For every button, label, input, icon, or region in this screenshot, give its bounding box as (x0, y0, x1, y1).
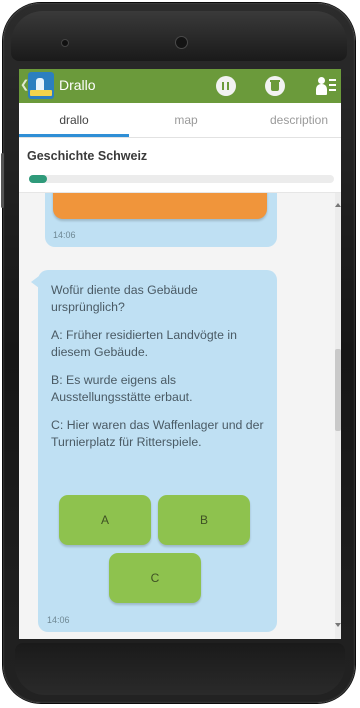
active-tab-indicator (19, 134, 129, 137)
tab-map[interactable]: map (131, 103, 241, 137)
answer-c-button[interactable]: C (109, 553, 201, 603)
phone-sensor (61, 39, 69, 47)
phone-bottom-bezel (15, 643, 345, 695)
message-time: 14:06 (47, 615, 70, 625)
option-a-text: A: Früher residierten Landvögte in diese… (51, 328, 237, 359)
pause-icon[interactable] (216, 76, 236, 96)
answer-b-button[interactable]: B (158, 495, 250, 545)
chat-area[interactable]: 14:06 Wofür diente das Gebäude ursprüngl… (19, 193, 341, 639)
scrollbar-thumb[interactable] (335, 349, 341, 431)
profile-menu-icon[interactable] (315, 76, 337, 96)
drallo-logo-icon[interactable] (28, 72, 54, 99)
app-title: Drallo (59, 77, 96, 93)
phone-side-button (1, 153, 4, 208)
question-text: Wofür diente das Gebäude ursprünglich? (51, 283, 198, 314)
message-time: 14:06 (53, 230, 76, 240)
tour-progress-fill (29, 175, 48, 183)
continue-button[interactable] (53, 193, 267, 219)
phone-frame: ❮ Drallo drallo map description Geschich… (1, 3, 355, 703)
tab-bar: drallo map description (19, 103, 341, 138)
option-c-text: C: Hier waren das Waffenlager und der Tu… (51, 418, 264, 449)
bubble-tail (31, 276, 39, 288)
tab-description[interactable]: description (243, 103, 341, 137)
message-bubble: 14:06 (45, 193, 277, 247)
tour-progress-bar (29, 175, 334, 183)
tab-drallo[interactable]: drallo (19, 103, 129, 137)
trash-icon[interactable] (265, 76, 285, 96)
scroll-down-icon[interactable] (335, 623, 341, 627)
answer-a-button[interactable]: A (59, 495, 151, 545)
front-camera (175, 36, 188, 49)
chevron-left-icon[interactable]: ❮ (20, 79, 29, 91)
question-bubble: Wofür diente das Gebäude ursprünglich? A… (31, 270, 277, 632)
chat-scrollbar[interactable] (335, 193, 341, 639)
scroll-up-icon[interactable] (335, 203, 341, 207)
app-bar: ❮ Drallo (19, 69, 341, 103)
tour-title: Geschichte Schweiz (27, 149, 148, 163)
app-screen: ❮ Drallo drallo map description Geschich… (19, 69, 341, 639)
tour-header: Geschichte Schweiz (19, 138, 341, 193)
option-b-text: B: Es wurde eigens als Ausstellungsstätt… (51, 373, 193, 404)
